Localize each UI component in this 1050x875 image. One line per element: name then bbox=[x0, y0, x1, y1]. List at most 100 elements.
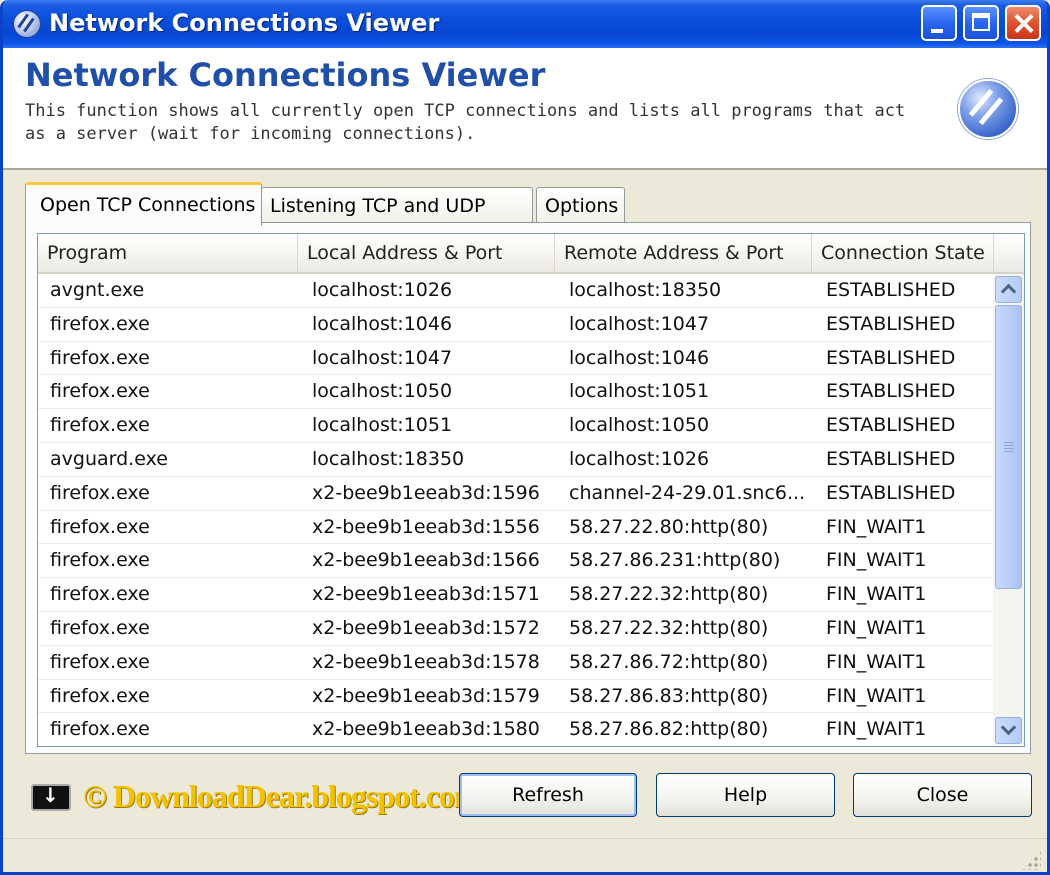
cell-program: firefox.exe bbox=[50, 684, 150, 707]
download-arrow-icon bbox=[31, 783, 71, 811]
cell-local-address: localhost:18350 bbox=[312, 447, 465, 470]
cell-local-address: localhost:1050 bbox=[312, 380, 453, 403]
column-header-connection-state[interactable]: Connection State bbox=[812, 234, 994, 272]
list-header: Program Local Address & Port Remote Addr… bbox=[38, 234, 1024, 274]
close-button[interactable]: Close bbox=[853, 773, 1032, 817]
cell-program: firefox.exe bbox=[50, 346, 150, 369]
cell-state: FIN_WAIT1 bbox=[826, 549, 927, 572]
watermark-text: © DownloadDear.blogspot.com bbox=[83, 778, 481, 814]
network-globe-icon bbox=[958, 79, 1018, 139]
cell-remote-address: localhost:1026 bbox=[569, 447, 710, 470]
cell-state: ESTABLISHED bbox=[826, 414, 956, 437]
page-description: This function shows all currently open T… bbox=[25, 101, 906, 144]
cell-state: FIN_WAIT1 bbox=[826, 684, 927, 707]
cell-local-address: x2-bee9b1eeab3d:1571 bbox=[312, 583, 540, 606]
cell-remote-address: 58.27.86.82:http(80) bbox=[569, 718, 769, 741]
minimize-button[interactable] bbox=[921, 5, 957, 41]
cell-program: avgnt.exe bbox=[50, 279, 145, 301]
tab-open-tcp-connections[interactable]: Open TCP Connections bbox=[25, 182, 262, 226]
app-window: Network Connections Viewer Network Conne… bbox=[0, 0, 1050, 875]
help-button[interactable]: Help bbox=[656, 773, 835, 817]
cell-state: ESTABLISHED bbox=[826, 312, 956, 335]
cell-program: firefox.exe bbox=[50, 583, 150, 606]
table-row[interactable]: firefox.exe x2-bee9b1eeab3d:1578 58.27.8… bbox=[38, 646, 994, 680]
table-row[interactable]: firefox.exe localhost:1046 localhost:104… bbox=[38, 308, 994, 342]
cell-remote-address: localhost:18350 bbox=[569, 279, 722, 301]
table-row[interactable]: avguard.exe localhost:18350 localhost:10… bbox=[38, 443, 994, 477]
cell-local-address: localhost:1051 bbox=[312, 414, 453, 437]
tab-listening-ports[interactable]: Listening TCP and UDP Ports bbox=[261, 187, 533, 253]
cell-state: ESTABLISHED bbox=[826, 380, 956, 403]
cell-local-address: x2-bee9b1eeab3d:1579 bbox=[312, 684, 540, 707]
connections-list[interactable]: Program Local Address & Port Remote Addr… bbox=[37, 233, 1025, 747]
table-row[interactable]: firefox.exe localhost:1047 localhost:104… bbox=[38, 342, 994, 376]
cell-program: firefox.exe bbox=[50, 515, 150, 538]
window-title: Network Connections Viewer bbox=[49, 9, 440, 37]
column-header-remote-address[interactable]: Remote Address & Port bbox=[555, 234, 812, 272]
grip-icon bbox=[1004, 442, 1014, 452]
cell-local-address: x2-bee9b1eeab3d:1580 bbox=[312, 718, 540, 741]
cell-remote-address: 58.27.22.32:http(80) bbox=[569, 616, 769, 639]
cell-program: firefox.exe bbox=[50, 414, 150, 437]
cell-program: firefox.exe bbox=[50, 481, 150, 504]
header-panel: Network Connections Viewer This function… bbox=[3, 48, 1047, 170]
scroll-up-arrow-icon[interactable] bbox=[995, 276, 1022, 303]
scrollbar-thumb[interactable] bbox=[995, 305, 1022, 589]
column-header-program[interactable]: Program bbox=[38, 234, 298, 272]
cell-remote-address: localhost:1047 bbox=[569, 312, 710, 335]
cell-remote-address: channel-24-29.01.snc6... bbox=[569, 481, 806, 504]
cell-program: firefox.exe bbox=[50, 312, 150, 335]
cell-state: ESTABLISHED bbox=[826, 481, 956, 504]
close-window-button[interactable] bbox=[1005, 5, 1041, 41]
tab-options[interactable]: Options bbox=[536, 187, 625, 223]
refresh-button[interactable]: Refresh bbox=[459, 773, 637, 817]
cell-remote-address: localhost:1050 bbox=[569, 414, 710, 437]
cell-state: ESTABLISHED bbox=[826, 346, 956, 369]
table-row[interactable]: firefox.exe x2-bee9b1eeab3d:1579 58.27.8… bbox=[38, 680, 994, 714]
cell-state: FIN_WAIT1 bbox=[826, 718, 927, 741]
cell-local-address: x2-bee9b1eeab3d:1566 bbox=[312, 549, 540, 572]
cell-local-address: x2-bee9b1eeab3d:1578 bbox=[312, 650, 540, 673]
cell-state: FIN_WAIT1 bbox=[826, 583, 927, 606]
table-row[interactable]: firefox.exe x2-bee9b1eeab3d:1556 58.27.2… bbox=[38, 511, 994, 545]
table-row[interactable]: firefox.exe x2-bee9b1eeab3d:1566 58.27.8… bbox=[38, 544, 994, 579]
cell-state: FIN_WAIT1 bbox=[826, 515, 927, 538]
title-bar[interactable]: Network Connections Viewer bbox=[3, 0, 1047, 48]
cell-local-address: localhost:1026 bbox=[312, 279, 453, 301]
maximize-button[interactable] bbox=[963, 5, 999, 41]
list-rows: avgnt.exe localhost:1026 localhost:18350… bbox=[38, 274, 994, 746]
cell-program: firefox.exe bbox=[50, 380, 150, 403]
table-row[interactable]: firefox.exe x2-bee9b1eeab3d:1580 58.27.8… bbox=[38, 713, 994, 746]
table-row[interactable]: firefox.exe localhost:1051 localhost:105… bbox=[38, 409, 994, 443]
cell-remote-address: 58.27.86.72:http(80) bbox=[569, 650, 769, 673]
status-bar bbox=[3, 838, 1047, 872]
cell-state: ESTABLISHED bbox=[826, 447, 956, 470]
table-row[interactable]: firefox.exe x2-bee9b1eeab3d:1571 58.27.2… bbox=[38, 578, 994, 612]
table-row[interactable]: firefox.exe localhost:1050 localhost:105… bbox=[38, 375, 994, 410]
cell-remote-address: 58.27.86.83:http(80) bbox=[569, 684, 769, 707]
table-row[interactable]: firefox.exe x2-bee9b1eeab3d:1596 channel… bbox=[38, 477, 994, 511]
cell-remote-address: 58.27.22.80:http(80) bbox=[569, 515, 769, 538]
cell-state: ESTABLISHED bbox=[826, 279, 956, 301]
page-title: Network Connections Viewer bbox=[25, 56, 546, 94]
cell-program: firefox.exe bbox=[50, 616, 150, 639]
resize-grip-icon[interactable] bbox=[1021, 850, 1041, 870]
cell-local-address: x2-bee9b1eeab3d:1572 bbox=[312, 616, 540, 639]
cell-program: firefox.exe bbox=[50, 549, 150, 572]
cell-remote-address: localhost:1051 bbox=[569, 380, 710, 403]
cell-program: firefox.exe bbox=[50, 650, 150, 673]
cell-state: FIN_WAIT1 bbox=[826, 650, 927, 673]
cell-local-address: localhost:1047 bbox=[312, 346, 453, 369]
cell-program: avguard.exe bbox=[50, 447, 168, 470]
scroll-down-arrow-icon[interactable] bbox=[995, 717, 1022, 744]
cell-remote-address: localhost:1046 bbox=[569, 346, 710, 369]
cell-remote-address: 58.27.22.32:http(80) bbox=[569, 583, 769, 606]
cell-local-address: x2-bee9b1eeab3d:1596 bbox=[312, 481, 540, 504]
cell-local-address: localhost:1046 bbox=[312, 312, 453, 335]
app-globe-icon bbox=[13, 10, 41, 38]
table-row[interactable]: firefox.exe x2-bee9b1eeab3d:1572 58.27.2… bbox=[38, 612, 994, 646]
cell-state: FIN_WAIT1 bbox=[826, 616, 927, 639]
column-header-local-address[interactable]: Local Address & Port bbox=[298, 234, 555, 272]
table-row[interactable]: avgnt.exe localhost:1026 localhost:18350… bbox=[38, 274, 994, 308]
vertical-scrollbar[interactable] bbox=[993, 274, 1024, 746]
